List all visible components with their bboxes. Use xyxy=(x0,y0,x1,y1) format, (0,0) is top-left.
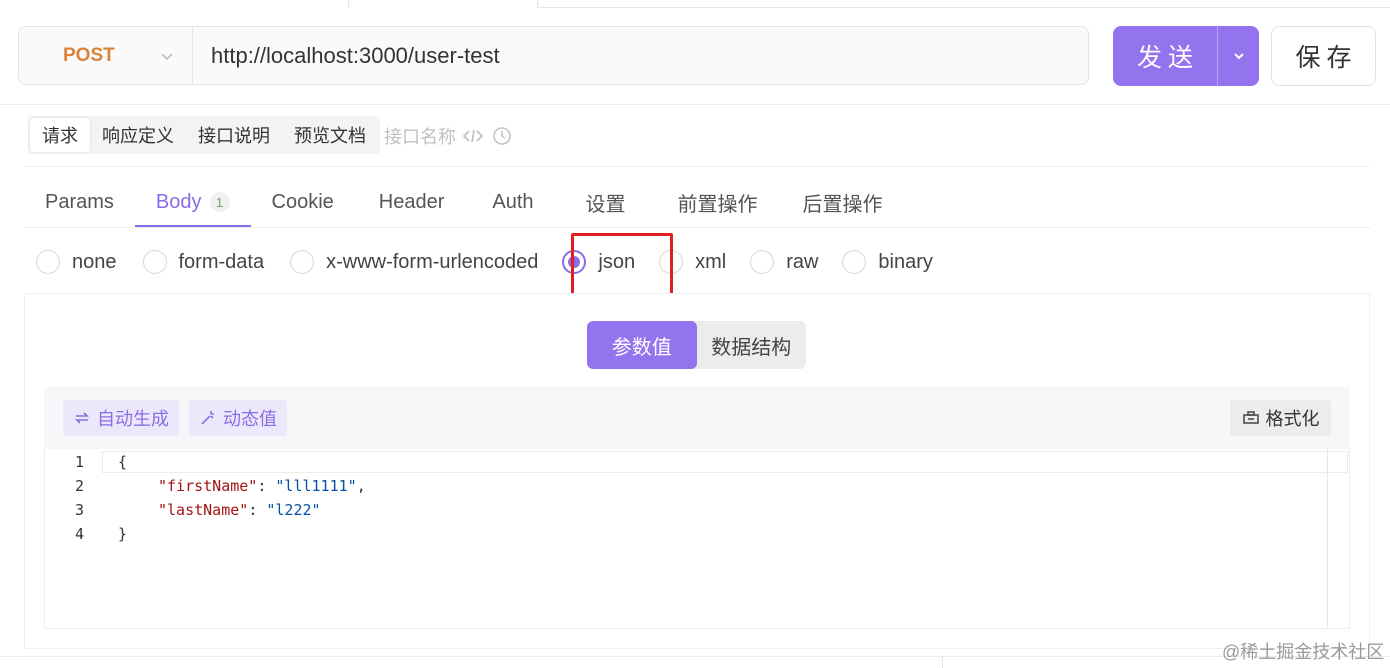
refresh-icon xyxy=(75,412,89,424)
format-button[interactable]: 格式化 xyxy=(1230,400,1331,436)
radio-x-www-form-urlencoded[interactable]: x-www-form-urlencoded xyxy=(290,250,538,274)
tab-pre-operations[interactable]: 前置操作 xyxy=(652,176,782,228)
code-text: { xyxy=(118,453,128,471)
magic-wand-icon xyxy=(201,411,214,425)
radio-label: raw xyxy=(786,250,819,273)
tab-label: Header xyxy=(378,190,445,213)
radio-label: x-www-form-urlencoded xyxy=(326,250,539,273)
subtabs-divider xyxy=(24,166,1370,167)
request-url-bar: POST http://localhost:3000/user-test xyxy=(18,26,1089,85)
api-name-placeholder: 接口名称 xyxy=(384,127,456,147)
json-colon: : xyxy=(257,477,276,495)
tab-cookie[interactable]: Cookie xyxy=(251,176,355,228)
radio-form-data[interactable]: form-data xyxy=(142,250,265,274)
json-comma: , xyxy=(356,477,366,495)
active-line-highlight xyxy=(102,451,1348,473)
tab-settings[interactable]: 设置 xyxy=(560,176,652,228)
radio-label: form-data xyxy=(178,250,265,273)
code-line: 2 "firstName": "lll1111", xyxy=(44,474,366,498)
send-button[interactable]: 发送 xyxy=(1113,26,1217,86)
json-value: "lll1111" xyxy=(275,477,357,495)
tab-post-operations[interactable]: 后置操作 xyxy=(782,176,904,228)
send-dropdown-button[interactable] xyxy=(1218,26,1259,86)
top-tab-strip xyxy=(0,0,1390,8)
bottom-divider xyxy=(0,656,1390,657)
radio-circle[interactable] xyxy=(290,250,315,274)
editor-scrollbar[interactable] xyxy=(1327,449,1328,629)
tab-label: Body xyxy=(155,190,202,213)
request-tabs: Params Body 1 Cookie Header Auth 设置 前置操作 … xyxy=(24,176,904,228)
view-mode-toggle: 参数值 数据结构 xyxy=(587,321,806,369)
subtab-api-description[interactable]: 接口说明 xyxy=(186,118,282,152)
dynamic-value-button[interactable]: 动态值 xyxy=(189,400,287,436)
subtab-response-definition[interactable]: 响应定义 xyxy=(90,118,186,152)
line-number: 2 xyxy=(74,477,84,495)
tab-label: 设置 xyxy=(585,193,626,216)
api-name-field[interactable]: 接口名称 xyxy=(384,123,514,149)
toggle-param-values[interactable]: 参数值 xyxy=(587,321,697,369)
tab-body[interactable]: Body 1 xyxy=(134,176,251,228)
auto-generate-label: 自动生成 xyxy=(97,409,169,429)
line-number: 3 xyxy=(74,501,84,519)
save-button[interactable]: 保存 xyxy=(1271,26,1376,86)
radio-circle[interactable] xyxy=(750,250,775,274)
tab-label: 前置操作 xyxy=(677,193,758,216)
active-window-tab[interactable] xyxy=(348,0,538,8)
code-text: } xyxy=(118,525,128,543)
body-type-radio-group: none form-data x-www-form-urlencoded jso… xyxy=(36,244,933,280)
header-divider xyxy=(0,104,1390,105)
tab-params[interactable]: Params xyxy=(24,176,135,228)
subtab-request[interactable]: 请求 xyxy=(30,118,90,152)
json-highlight-annotation xyxy=(571,233,673,297)
radio-circle[interactable] xyxy=(842,250,867,274)
tab-label: Cookie xyxy=(271,190,334,213)
watermark: @稀土掘金技术社区 xyxy=(1222,642,1385,662)
code-line: 1{ xyxy=(44,450,127,474)
radio-circle[interactable] xyxy=(142,250,167,274)
json-key: "lastName" xyxy=(158,501,249,519)
json-colon: : xyxy=(248,501,267,519)
method-label: POST xyxy=(63,44,115,66)
radio-binary[interactable]: binary xyxy=(842,250,933,274)
method-select[interactable]: POST xyxy=(19,27,193,84)
subtab-preview-docs[interactable]: 预览文档 xyxy=(282,118,378,152)
tab-strip-divider xyxy=(538,7,1390,8)
tabs-divider xyxy=(24,227,1370,228)
line-number: 1 xyxy=(74,453,84,471)
tab-label: Params xyxy=(45,190,114,213)
format-label: 格式化 xyxy=(1265,409,1320,429)
code-line: 3 "lastName": "l222" xyxy=(44,498,321,522)
tab-label: 后置操作 xyxy=(802,193,883,216)
tab-header[interactable]: Header xyxy=(355,176,469,228)
radio-raw[interactable]: raw xyxy=(750,250,818,274)
radio-label: none xyxy=(72,250,117,273)
request-subtabs: 请求 响应定义 接口说明 预览文档 xyxy=(28,116,380,154)
send-button-group: 发送 xyxy=(1113,26,1259,86)
chevron-down-icon xyxy=(161,52,173,60)
dynamic-value-label: 动态值 xyxy=(223,409,277,429)
json-key: "firstName" xyxy=(158,477,258,495)
body-count-badge: 1 xyxy=(209,192,230,212)
radio-circle[interactable] xyxy=(36,250,60,274)
history-icon[interactable] xyxy=(490,125,514,147)
url-input[interactable]: http://localhost:3000/user-test xyxy=(193,43,500,69)
tab-auth[interactable]: Auth xyxy=(468,176,559,228)
code-line: 4} xyxy=(44,522,127,546)
code-icon[interactable] xyxy=(462,127,484,145)
radio-none[interactable]: none xyxy=(36,250,117,274)
auto-generate-button[interactable]: 自动生成 xyxy=(63,400,179,436)
chevron-down-icon xyxy=(1233,53,1244,60)
format-icon xyxy=(1242,411,1259,424)
tab-label: Auth xyxy=(492,190,534,213)
toggle-data-structure[interactable]: 数据结构 xyxy=(697,321,807,369)
bottom-pane-divider xyxy=(942,656,943,668)
json-value: "l222" xyxy=(266,501,321,519)
radio-label: binary xyxy=(878,250,933,273)
line-number: 4 xyxy=(74,525,84,543)
radio-label: xml xyxy=(695,250,727,273)
